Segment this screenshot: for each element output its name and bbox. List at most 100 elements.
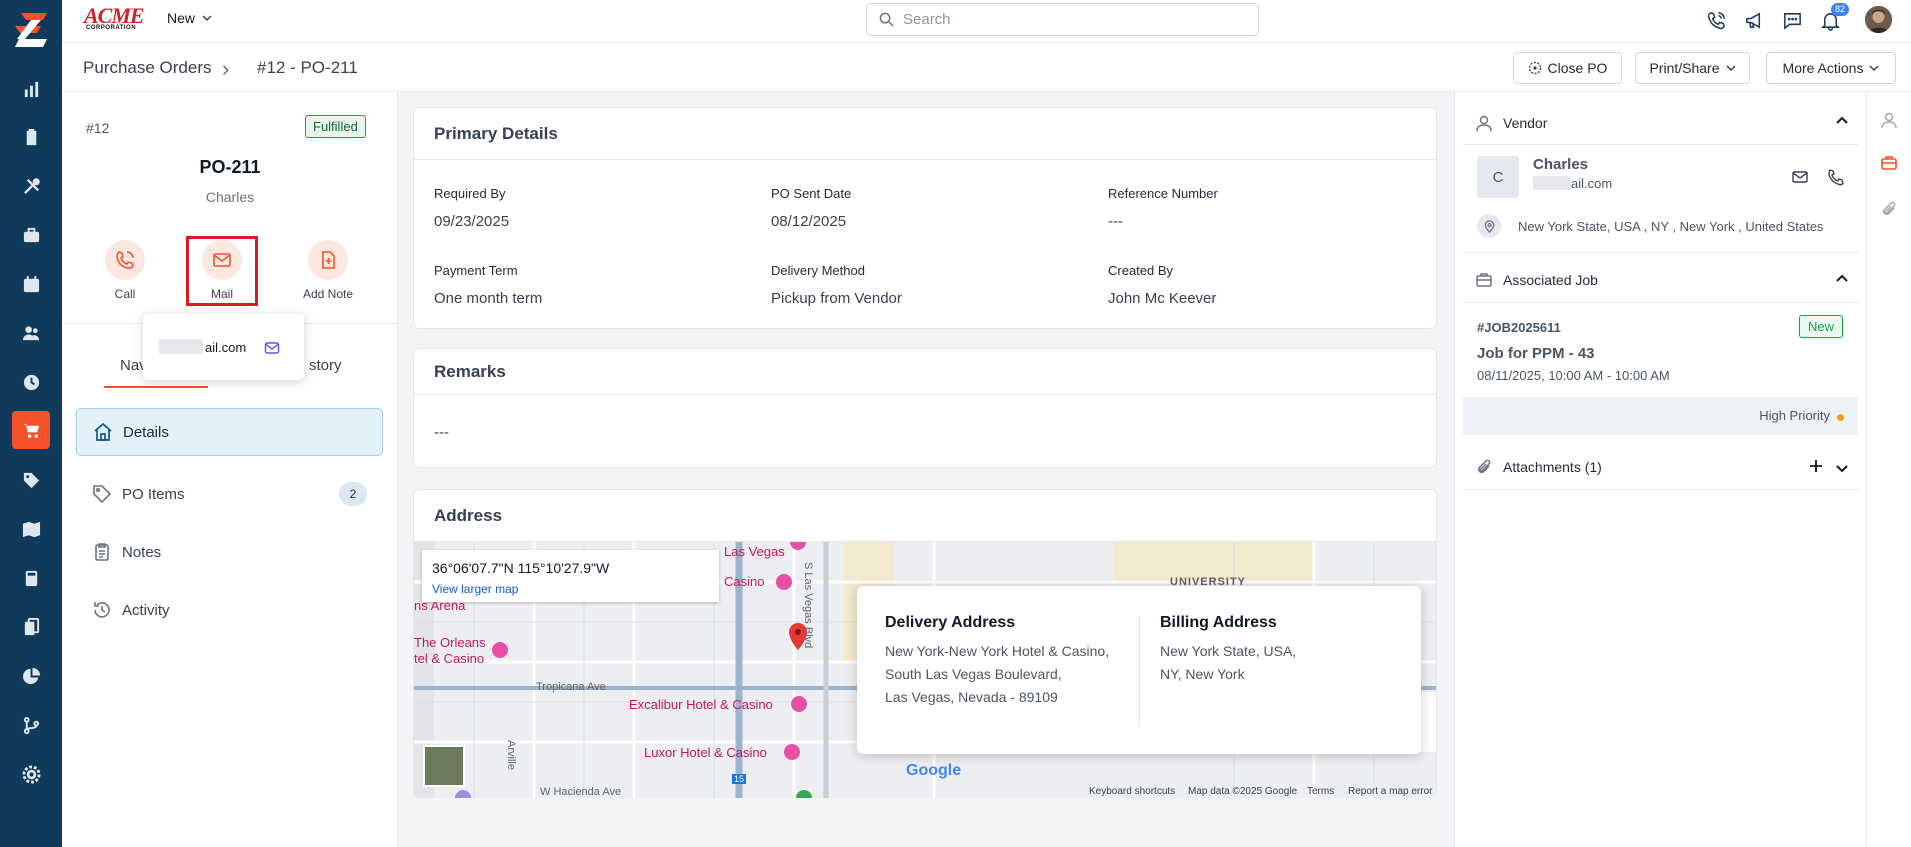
map-keyboard-shortcuts[interactable]: Keyboard shortcuts (1089, 786, 1175, 797)
po-number: #12 (86, 120, 110, 136)
remarks-heading: Remarks (414, 349, 1436, 395)
mail-icon[interactable] (264, 340, 280, 356)
job-section-header[interactable]: Associated Job (1475, 271, 1598, 289)
priority-dot (1837, 414, 1844, 421)
more-actions-button[interactable]: More Actions (1766, 52, 1896, 84)
calendar-icon[interactable] (16, 269, 46, 299)
mail-highlight-box (186, 236, 258, 306)
attachments-section-header[interactable]: Attachments (1) (1475, 458, 1602, 476)
pie-chart-icon[interactable] (16, 661, 46, 691)
close-po-button[interactable]: Close PO (1513, 52, 1622, 84)
notes-icon (95, 543, 109, 561)
brand-logo[interactable]: ACME CORPORATION (84, 3, 146, 32)
map-label-i15: 15 (732, 774, 747, 784)
chevron-up-icon[interactable] (1835, 114, 1849, 128)
chevron-down-icon[interactable] (1835, 461, 1849, 475)
map-label-tropicana: Tropicana Ave (536, 681, 606, 693)
map-report-error-link[interactable]: Report a map error (1348, 786, 1432, 797)
field-key: Payment Term (434, 263, 518, 278)
field-key: Reference Number (1108, 186, 1218, 201)
close-po-label: Close PO (1547, 60, 1608, 76)
billing-address-body: New York State, USA, NY, New York (1160, 640, 1296, 686)
redacted-text (159, 339, 203, 354)
google-logo: Google (906, 762, 961, 780)
cart-icon[interactable] (12, 411, 50, 449)
phone-icon[interactable] (1827, 168, 1845, 186)
phone-log-icon[interactable] (1703, 7, 1729, 33)
vendor-email: ail.com (1571, 176, 1613, 191)
job-priority: High Priority (1759, 408, 1830, 423)
nav-po-items[interactable]: PO Items 2 (76, 470, 383, 518)
map-label-vegas-blvd: S Las Vegas Blvd (802, 562, 814, 649)
popover-email[interactable]: ail.com (205, 340, 246, 355)
calculator-icon[interactable] (16, 563, 46, 593)
tools-icon[interactable] (16, 171, 46, 201)
breadcrumb-current: #12 - PO-211 (257, 58, 358, 77)
map-label-excalibur: Excalibur Hotel & Casino (629, 697, 773, 712)
view-larger-map-link[interactable]: View larger map (432, 582, 518, 596)
field-value: John Mc Keever (1108, 290, 1217, 307)
nav-details[interactable]: Details (76, 408, 383, 456)
tab-history[interactable]: story (309, 357, 342, 374)
add-note-label: Add Note (302, 287, 354, 301)
nav-notes-label: Notes (122, 543, 162, 561)
top-bar: ACME CORPORATION New 82 (62, 0, 1911, 43)
chart-icon[interactable] (16, 74, 46, 104)
vendor-location: New York State, USA , NY , New York , Un… (1518, 219, 1824, 234)
chat-icon[interactable] (1779, 7, 1805, 33)
map-label-orleans: The Orleans (414, 635, 486, 650)
map-terms-link[interactable]: Terms (1307, 786, 1334, 797)
briefcase-icon[interactable] (1878, 152, 1900, 174)
map-label-luxor: Luxor Hotel & Casino (644, 745, 767, 760)
field-key: PO Sent Date (771, 186, 852, 201)
job-title[interactable]: Job for PPM - 43 (1477, 345, 1595, 362)
paperclip-icon[interactable] (1878, 198, 1900, 220)
tag-icon[interactable] (16, 465, 46, 495)
address-divider (1139, 616, 1140, 726)
nav-notes[interactable]: Notes (76, 528, 383, 576)
clipboard-icon[interactable] (16, 122, 46, 152)
users-icon[interactable] (16, 318, 46, 348)
mail-icon[interactable] (1791, 168, 1809, 186)
vendor-section-header[interactable]: Vendor (1475, 114, 1547, 132)
left-rail (0, 0, 62, 847)
search-box[interactable] (866, 3, 1259, 36)
megaphone-icon[interactable] (1741, 7, 1767, 33)
user-avatar[interactable] (1865, 6, 1892, 33)
vendor-name[interactable]: Charles (1533, 156, 1588, 173)
nav-activity[interactable]: Activity (76, 586, 383, 634)
job-number[interactable]: #JOB2025611 (1477, 320, 1561, 335)
field-key: Created By (1108, 263, 1174, 278)
field-po-sent-date: PO Sent Date 08/12/2025 (771, 186, 851, 230)
bell-icon[interactable]: 82 (1817, 3, 1850, 33)
add-icon[interactable] (1808, 458, 1824, 474)
search-input[interactable] (903, 11, 1233, 28)
gear-icon[interactable] (16, 759, 46, 789)
search-icon (879, 12, 894, 27)
field-delivery-method: Delivery Method Pickup from Vendor (771, 263, 902, 307)
address-map[interactable]: Las Vegas Casino ns Arena The Orleans te… (414, 542, 1436, 798)
app-logo[interactable] (13, 11, 49, 49)
user-icon[interactable] (1878, 109, 1900, 131)
chevron-up-icon[interactable] (1835, 272, 1849, 286)
add-note-icon (322, 251, 335, 269)
add-note-action[interactable]: Add Note (293, 240, 363, 301)
print-share-button[interactable]: Print/Share (1635, 52, 1750, 84)
chevron-down-icon (202, 15, 212, 22)
address-heading: Address (414, 490, 1436, 542)
briefcase-icon[interactable] (16, 220, 46, 250)
breadcrumb-purchase-orders[interactable]: Purchase Orders (83, 58, 212, 78)
new-menu-button[interactable]: New (167, 10, 212, 26)
clock-icon[interactable] (16, 367, 46, 397)
map-icon[interactable] (16, 514, 46, 544)
address-card: Address Las Vegas Casino ns Arena The Or… (413, 489, 1437, 798)
map-label-arville: Arville (505, 740, 517, 770)
field-created-by: Created By John Mc Keever (1108, 263, 1216, 307)
field-reference-number: Reference Number --- (1108, 186, 1218, 230)
call-action[interactable]: Call (90, 240, 160, 301)
documents-icon[interactable] (16, 612, 46, 642)
details-side-panel: Vendor C Charles ail.com New York State,… (1454, 92, 1866, 847)
workflow-icon[interactable] (16, 710, 46, 740)
nav-details-label: Details (123, 423, 169, 441)
map-coordinates-box: 36°06'07.7"N 115°10'27.9"W View larger m… (422, 550, 719, 602)
